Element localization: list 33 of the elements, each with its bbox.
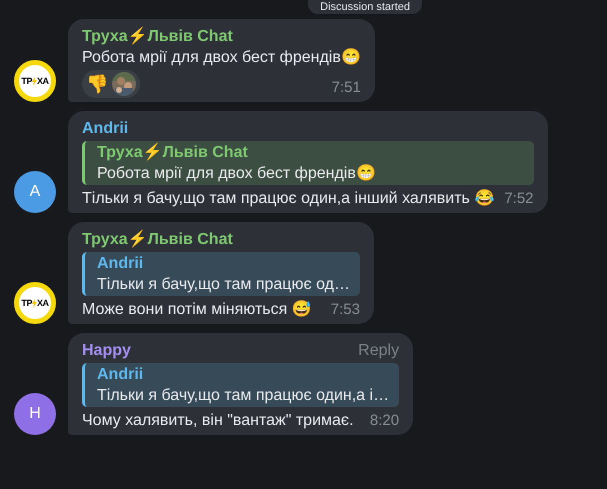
avatar-logo-text: ТР (21, 298, 32, 308)
avatar[interactable]: H (14, 393, 56, 435)
quoted-message[interactable]: Andrii Тільки я бачу,що там працює од… (82, 252, 360, 296)
quoted-text: Робота мрії для двох бест френдів😁 (97, 163, 377, 184)
message-text: Робота мрії для двох бест френдів😁 (82, 47, 361, 68)
lightning-icon (32, 298, 37, 308)
author-name[interactable]: Труха⚡Львів Chat (82, 26, 233, 47)
reaction-emoji[interactable]: 👎 (86, 75, 108, 93)
avatar[interactable]: ТР ХА (14, 60, 56, 102)
message-text: Тільки я бачу,що там працює один,а інший халявить 😂 (82, 188, 494, 209)
quoted-text: Тільки я бачу,що там працює один,а і… (97, 386, 390, 406)
service-message: Discussion started (308, 0, 422, 14)
message-time: 8:20 (370, 411, 400, 431)
avatar-logo-text: ТР (21, 76, 32, 86)
quoted-message[interactable]: Andrii Тільки я бачу,що там працює один,а і… (82, 363, 400, 407)
author-name[interactable]: Happy (82, 340, 131, 361)
quoted-author: Andrii (97, 254, 144, 274)
quoted-text: Тільки я бачу,що там працює од… (97, 275, 350, 295)
avatar[interactable]: ТР ХА (14, 282, 56, 324)
message-time: 7:52 (504, 189, 534, 209)
message-time: 7:53 (330, 300, 360, 320)
quoted-message[interactable]: Труха⚡Львів Chat Робота мрії для двох бест френдів😁 (82, 141, 534, 185)
message-time: 7:51 (332, 78, 361, 98)
author-name[interactable]: Труха⚡Львів Chat (82, 229, 233, 250)
reactions-pill[interactable]: 👎 (82, 70, 140, 98)
avatar-logo-text: ХА (37, 76, 49, 86)
lightning-icon (32, 76, 37, 86)
quoted-author: Andrii (97, 365, 144, 385)
quoted-author: Труха⚡Львів Chat (97, 142, 249, 163)
author-name[interactable]: Andrii (82, 118, 128, 139)
message-text: Чому халявить, він "вантаж" тримає. (82, 411, 354, 431)
message-text: Може вони потім міняються 😅 (82, 299, 312, 320)
avatar-logo-text: ХА (37, 298, 49, 308)
